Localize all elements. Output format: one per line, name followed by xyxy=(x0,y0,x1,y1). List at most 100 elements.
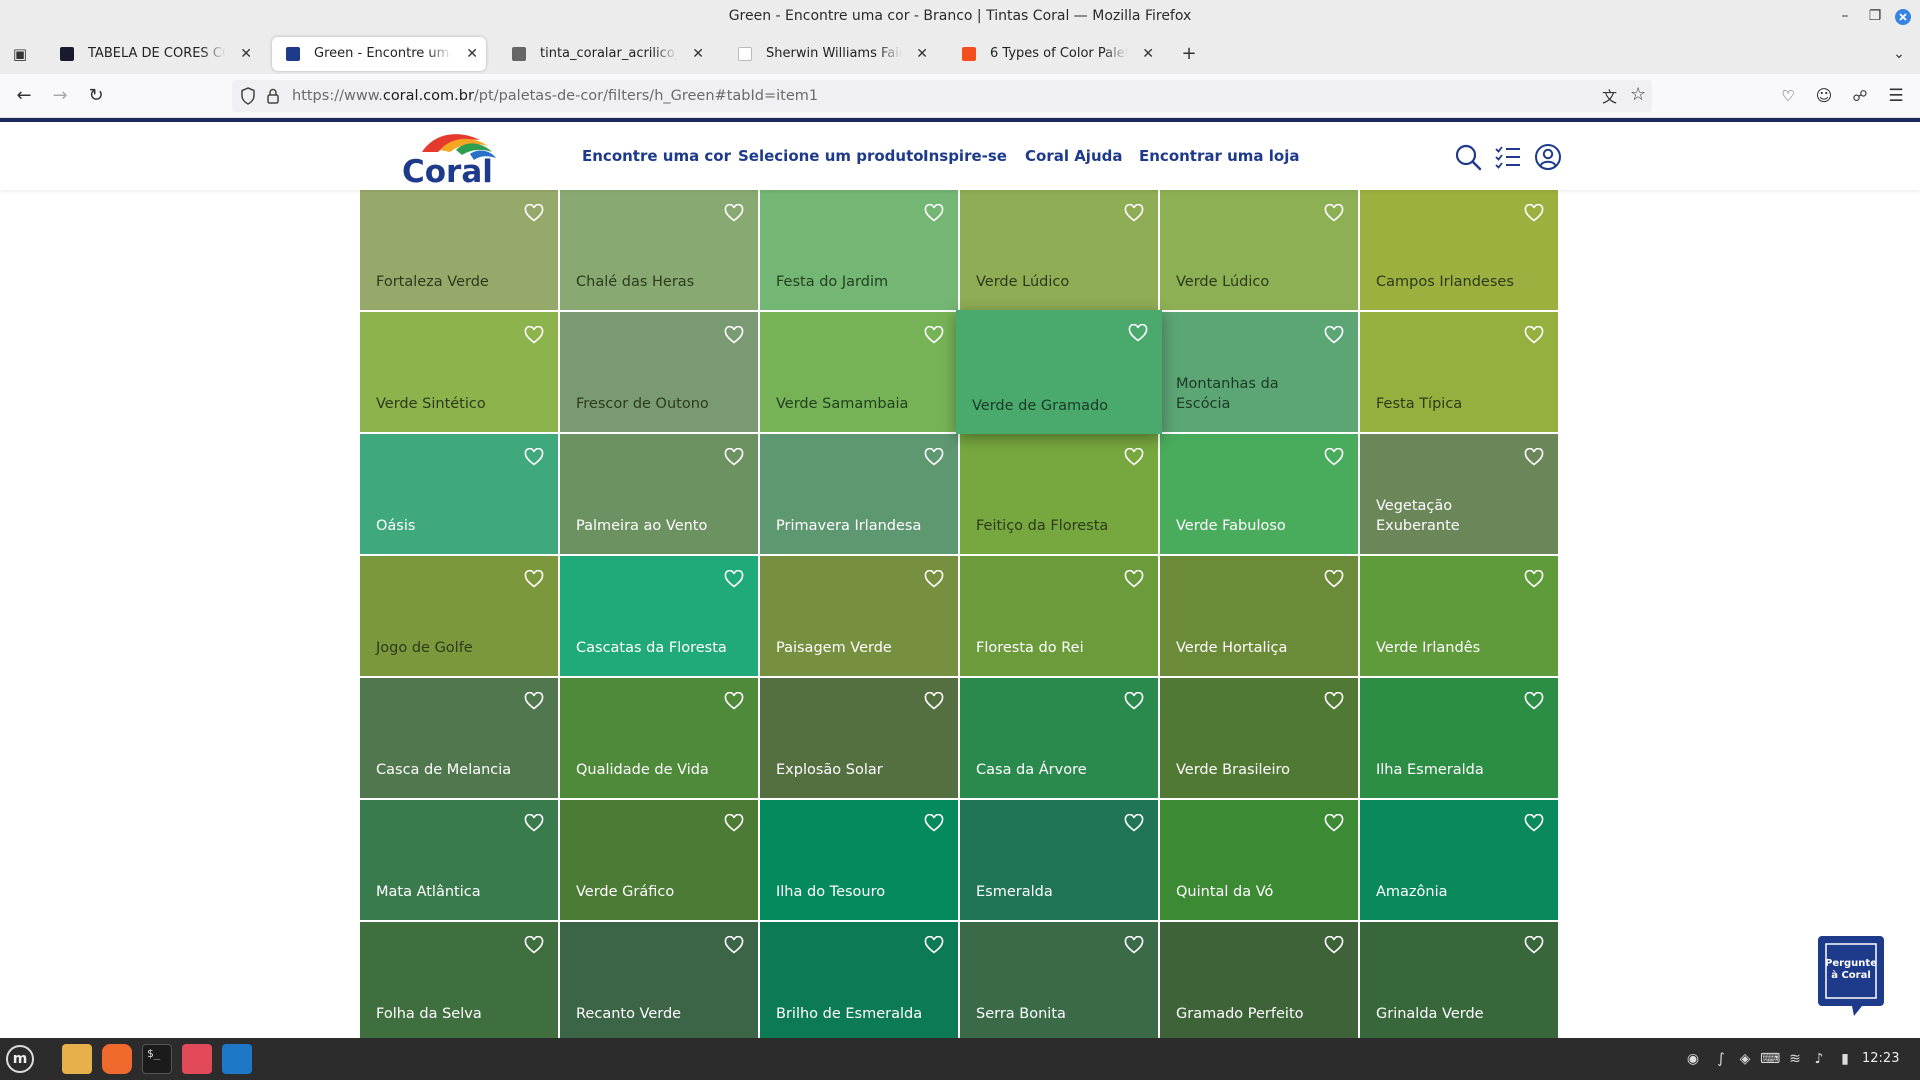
color-swatch-card[interactable]: Verde Sintético xyxy=(360,312,558,432)
favorite-heart-icon[interactable] xyxy=(1124,447,1144,466)
tab-green-encontre[interactable]: Green - Encontre uma cor - B ✕ xyxy=(272,37,486,71)
color-swatch-card[interactable]: Brilho de Esmeralda xyxy=(760,922,958,1038)
color-swatch-card[interactable]: Chalé das Heras xyxy=(560,190,758,310)
url-text[interactable]: https://www.coral.com.br/pt/paletas-de-c… xyxy=(292,80,818,112)
favorite-heart-icon[interactable] xyxy=(724,569,744,588)
favorite-heart-icon[interactable] xyxy=(1324,691,1344,710)
terminal-app-icon[interactable]: $_ xyxy=(142,1044,172,1074)
favorite-heart-icon[interactable] xyxy=(924,813,944,832)
figma-app-icon[interactable] xyxy=(182,1044,212,1074)
tab-sherwin-williams[interactable]: Sherwin Williams Faint Coral ✕ xyxy=(724,37,936,71)
color-swatch-card[interactable]: Ilha Esmeralda xyxy=(1360,678,1558,798)
favorite-heart-icon[interactable] xyxy=(1524,569,1544,588)
color-swatch-card[interactable]: Primavera Irlandesa xyxy=(760,434,958,554)
firefox-app-icon[interactable] xyxy=(102,1044,132,1074)
tab-tabela-cores[interactable]: TABELA DE CORES CORAL – ✕ xyxy=(46,37,260,71)
files-app-icon[interactable] xyxy=(62,1044,92,1074)
color-swatch-card[interactable]: Verde Hortaliça xyxy=(1160,556,1358,676)
battery-tray-icon[interactable]: ▮ xyxy=(1836,1050,1854,1068)
favorite-heart-icon[interactable] xyxy=(524,325,544,344)
favorite-heart-icon[interactable] xyxy=(1124,691,1144,710)
coral-logo[interactable]: Coral xyxy=(400,130,505,190)
close-tab-icon[interactable]: ✕ xyxy=(240,37,252,71)
tab-tinta-coralar[interactable]: tinta_coralar_acrilico_18l_co ✕ xyxy=(498,37,712,71)
forward-button[interactable]: → xyxy=(46,82,74,110)
color-swatch-card[interactable]: Quintal da Vó xyxy=(1160,800,1358,920)
address-bar[interactable]: https://www.coral.com.br/pt/paletas-de-c… xyxy=(232,80,1652,112)
favorite-heart-icon[interactable] xyxy=(1524,203,1544,222)
favorite-heart-icon[interactable] xyxy=(1324,447,1344,466)
list-all-tabs-icon[interactable]: ⌄ xyxy=(1885,40,1913,68)
volume-tray-icon[interactable]: ♪ xyxy=(1810,1050,1828,1068)
new-tab-button[interactable]: + xyxy=(1175,40,1203,68)
menu-icon[interactable]: ☰ xyxy=(1882,82,1910,110)
color-swatch-card[interactable]: Mata Atlântica xyxy=(360,800,558,920)
back-button[interactable]: ← xyxy=(10,82,38,110)
color-swatch-card[interactable]: Verde Lúdico xyxy=(1160,190,1358,310)
favorite-heart-icon[interactable] xyxy=(1124,813,1144,832)
extensions-icon[interactable]: ☍ xyxy=(1846,82,1874,110)
color-swatch-card[interactable]: Folha da Selva xyxy=(360,922,558,1038)
favorite-heart-icon[interactable] xyxy=(524,935,544,954)
close-tab-icon[interactable]: ✕ xyxy=(1142,37,1154,71)
color-swatch-card[interactable]: Casa da Árvore xyxy=(960,678,1158,798)
close-tab-icon[interactable]: ✕ xyxy=(692,37,704,71)
favorite-heart-icon[interactable] xyxy=(1324,325,1344,344)
tab-overview-icon[interactable]: ▣ xyxy=(6,40,34,68)
tab-color-palettes[interactable]: 6 Types of Color Palettes: D ✕ xyxy=(948,37,1162,71)
favorite-heart-icon[interactable] xyxy=(724,813,744,832)
color-swatch-card[interactable]: Cascatas da Floresta xyxy=(560,556,758,676)
favorite-heart-icon[interactable] xyxy=(524,813,544,832)
favorite-heart-icon[interactable] xyxy=(1524,691,1544,710)
account-icon[interactable]: ☺ xyxy=(1810,82,1838,110)
color-swatch-card[interactable]: Verde Gráfico xyxy=(560,800,758,920)
color-swatch-card[interactable]: Explosão Solar xyxy=(760,678,958,798)
color-swatch-card[interactable]: Montanhas da Escócia xyxy=(1160,312,1358,432)
color-swatch-card[interactable]: Campos Irlandeses xyxy=(1360,190,1558,310)
favorite-heart-icon[interactable] xyxy=(1124,569,1144,588)
color-swatch-card[interactable]: Verde de Gramado xyxy=(956,310,1162,434)
favorite-heart-icon[interactable] xyxy=(924,325,944,344)
color-swatch-card[interactable]: Ilha do Tesouro xyxy=(760,800,958,920)
minimize-icon[interactable]: – xyxy=(1828,0,1862,34)
favorite-heart-icon[interactable] xyxy=(524,569,544,588)
nav-encontre-uma-cor[interactable]: Encontre uma cor xyxy=(582,122,731,190)
color-swatch-card[interactable]: Recanto Verde xyxy=(560,922,758,1038)
vscode-app-icon[interactable] xyxy=(222,1044,252,1074)
favorite-heart-icon[interactable] xyxy=(924,203,944,222)
favorite-heart-icon[interactable] xyxy=(724,447,744,466)
color-swatch-card[interactable]: Verde Lúdico xyxy=(960,190,1158,310)
color-swatch-card[interactable]: Jogo de Golfe xyxy=(360,556,558,676)
shield-tray-icon[interactable]: ◈ xyxy=(1736,1050,1754,1068)
nav-inspire-se[interactable]: Inspire-se xyxy=(923,122,1007,190)
favorite-heart-icon[interactable] xyxy=(1124,935,1144,954)
color-swatch-card[interactable]: Oásis xyxy=(360,434,558,554)
favorite-heart-icon[interactable] xyxy=(1524,447,1544,466)
lock-icon[interactable] xyxy=(266,87,280,109)
favorite-heart-icon[interactable] xyxy=(1524,813,1544,832)
nav-encontrar-uma-loja[interactable]: Encontrar uma loja xyxy=(1139,122,1299,190)
nav-coral-ajuda[interactable]: Coral Ajuda xyxy=(1025,122,1123,190)
pergunte-a-coral-chat-button[interactable]: Pergunte à Coral xyxy=(1816,934,1886,1018)
color-swatch-card[interactable]: Esmeralda xyxy=(960,800,1158,920)
favorite-heart-icon[interactable] xyxy=(524,691,544,710)
favorite-heart-icon[interactable] xyxy=(724,203,744,222)
favorite-heart-icon[interactable] xyxy=(1324,813,1344,832)
color-swatch-card[interactable]: Verde Brasileiro xyxy=(1160,678,1358,798)
nav-selecione-um-produto[interactable]: Selecione um produto xyxy=(738,122,924,190)
color-swatch-card[interactable]: Verde Fabuloso xyxy=(1160,434,1358,554)
close-tab-icon[interactable]: ✕ xyxy=(466,37,478,71)
color-swatch-card[interactable]: Verde Irlandês xyxy=(1360,556,1558,676)
wifi-tray-icon[interactable]: ≋ xyxy=(1786,1050,1804,1068)
close-window-button[interactable] xyxy=(1886,0,1920,34)
color-swatch-card[interactable]: Palmeira ao Vento xyxy=(560,434,758,554)
color-swatch-card[interactable]: Frescor de Outono xyxy=(560,312,758,432)
favorite-heart-icon[interactable] xyxy=(924,691,944,710)
color-swatch-card[interactable]: Grinalda Verde xyxy=(1360,922,1558,1038)
color-swatch-card[interactable]: Fortaleza Verde xyxy=(360,190,558,310)
translate-icon[interactable]: 文 xyxy=(1602,86,1617,107)
bookmark-star-icon[interactable]: ☆ xyxy=(1630,84,1646,105)
color-swatch-card[interactable]: Gramado Perfeito xyxy=(1160,922,1358,1038)
favorite-heart-icon[interactable] xyxy=(1524,325,1544,344)
favorite-heart-icon[interactable] xyxy=(924,447,944,466)
